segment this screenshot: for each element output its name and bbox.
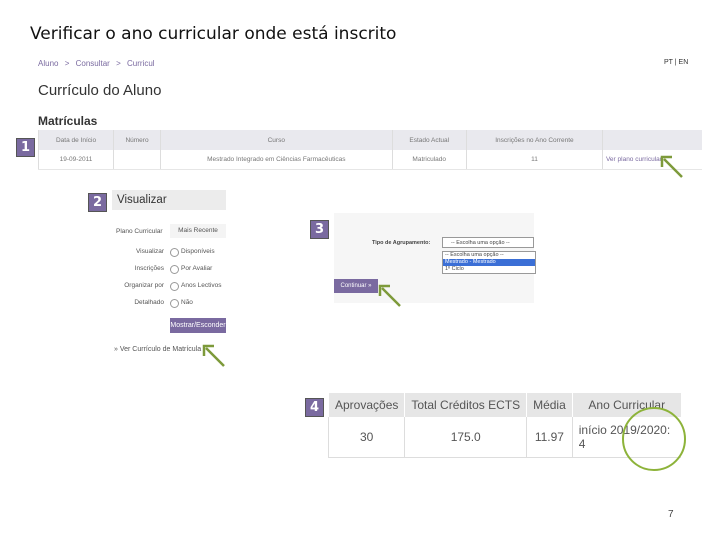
radio-button[interactable]: [170, 299, 179, 308]
radio-button[interactable]: [170, 248, 179, 257]
step-badge-4: 4: [305, 398, 324, 417]
select-option[interactable]: -- Escolha uma opção --: [443, 252, 535, 259]
option-value[interactable]: Por Avaliar: [181, 265, 212, 272]
radio-button[interactable]: [170, 265, 179, 274]
step-badge-1: 1: [16, 138, 35, 157]
option-label: Organizar por: [124, 282, 164, 289]
option-row-inscricoes: Inscrições Por Avaliar: [112, 263, 226, 277]
arrow-pointer-icon: [660, 155, 683, 178]
breadcrumb-separator: >: [64, 59, 70, 68]
matriculas-table: Data de Início Número Curso Estado Actua…: [37, 130, 702, 170]
column-header: Aprovações: [327, 393, 405, 417]
option-row-visualizar: Visualizar Disponíveis: [112, 246, 226, 260]
table-cell: 11.97: [526, 417, 573, 458]
panel-title: Visualizar: [112, 190, 226, 210]
option-label: Detalhado: [134, 299, 164, 306]
table-row: 19-09-2011 Mestrado Integrado em Ciência…: [37, 150, 702, 170]
ver-plano-curricular-link[interactable]: Ver plano curricular: [601, 150, 702, 170]
option-label: Visualizar: [135, 248, 164, 255]
plan-curricular-label: Plano Curricular: [116, 228, 163, 235]
table-cell: [113, 150, 161, 170]
breadcrumb-item[interactable]: Curricul: [127, 59, 155, 68]
table-cell: 11: [465, 150, 603, 170]
column-header: Média: [526, 393, 573, 417]
continuar-button[interactable]: Continuar »: [334, 279, 378, 293]
agrupamento-select[interactable]: -- Escolha uma opção --: [442, 237, 534, 248]
section-title-matriculas: Matrículas: [38, 114, 98, 128]
table-cell: 19-09-2011: [37, 150, 114, 170]
table-header-row: Aprovações Total Créditos ECTS Média Ano…: [327, 393, 681, 417]
mostrar-esconder-button[interactable]: Mostrar/Esconder: [170, 318, 226, 333]
column-header: Curso: [160, 130, 393, 150]
option-row-organizar: Organizar por Anos Lectivos: [112, 280, 226, 294]
arrow-pointer-icon: [202, 344, 225, 367]
ver-curriculo-matricula-link[interactable]: » Ver Currículo de Matrícula: [114, 346, 201, 353]
breadcrumb-item[interactable]: Consultar: [76, 59, 110, 68]
arrow-pointer-icon: [378, 284, 401, 307]
column-header: Data de Início: [37, 130, 114, 150]
table-cell: 30: [327, 417, 405, 458]
step-badge-3: 3: [310, 220, 329, 239]
table-cell: 175.0: [404, 417, 527, 458]
option-value[interactable]: Disponíveis: [181, 248, 215, 255]
radio-button[interactable]: [170, 282, 179, 291]
highlight-circle: [622, 407, 686, 471]
step-badge-2: 2: [88, 193, 107, 212]
select-option[interactable]: 1º Ciclo: [443, 266, 535, 273]
column-header: [601, 130, 702, 150]
select-option-selected[interactable]: Mestrado - Mestrado: [443, 259, 535, 266]
column-header: Estado Actual: [391, 130, 467, 150]
table-cell: Mestrado Integrado em Ciências Farmacêut…: [160, 150, 393, 170]
page-number: 7: [668, 509, 674, 520]
option-row-detalhado: Detalhado Não: [112, 297, 226, 311]
column-header: Número: [113, 130, 161, 150]
column-header: Inscrições no Ano Corrente: [465, 130, 603, 150]
option-value[interactable]: Anos Lectivos: [181, 282, 221, 289]
language-switcher[interactable]: PT | EN: [664, 59, 688, 66]
table-header-row: Data de Início Número Curso Estado Actua…: [37, 130, 702, 150]
slide-title: Verificar o ano curricular onde está ins…: [30, 24, 397, 44]
breadcrumb-item[interactable]: Aluno: [38, 59, 58, 68]
page-title: Currículo do Aluno: [38, 82, 162, 99]
tipo-agrupamento-label: Tipo de Agrupamento:: [372, 240, 431, 246]
breadcrumb: Aluno > Consultar > Curricul: [38, 59, 159, 68]
agrupamento-options-list: -- Escolha uma opção -- Mestrado - Mestr…: [442, 251, 536, 274]
column-header: Total Créditos ECTS: [404, 393, 527, 417]
tab-mais-recente[interactable]: Mais Recente: [170, 224, 226, 238]
agrupamento-panel: Tipo de Agrupamento: -- Escolha uma opçã…: [334, 213, 536, 303]
option-label: Inscrições: [134, 265, 164, 272]
visualizar-panel: Visualizar Plano Curricular Mais Recente…: [112, 190, 226, 353]
table-cell: Matriculado: [391, 150, 467, 170]
breadcrumb-separator: >: [116, 59, 121, 68]
option-value[interactable]: Não: [181, 299, 193, 306]
